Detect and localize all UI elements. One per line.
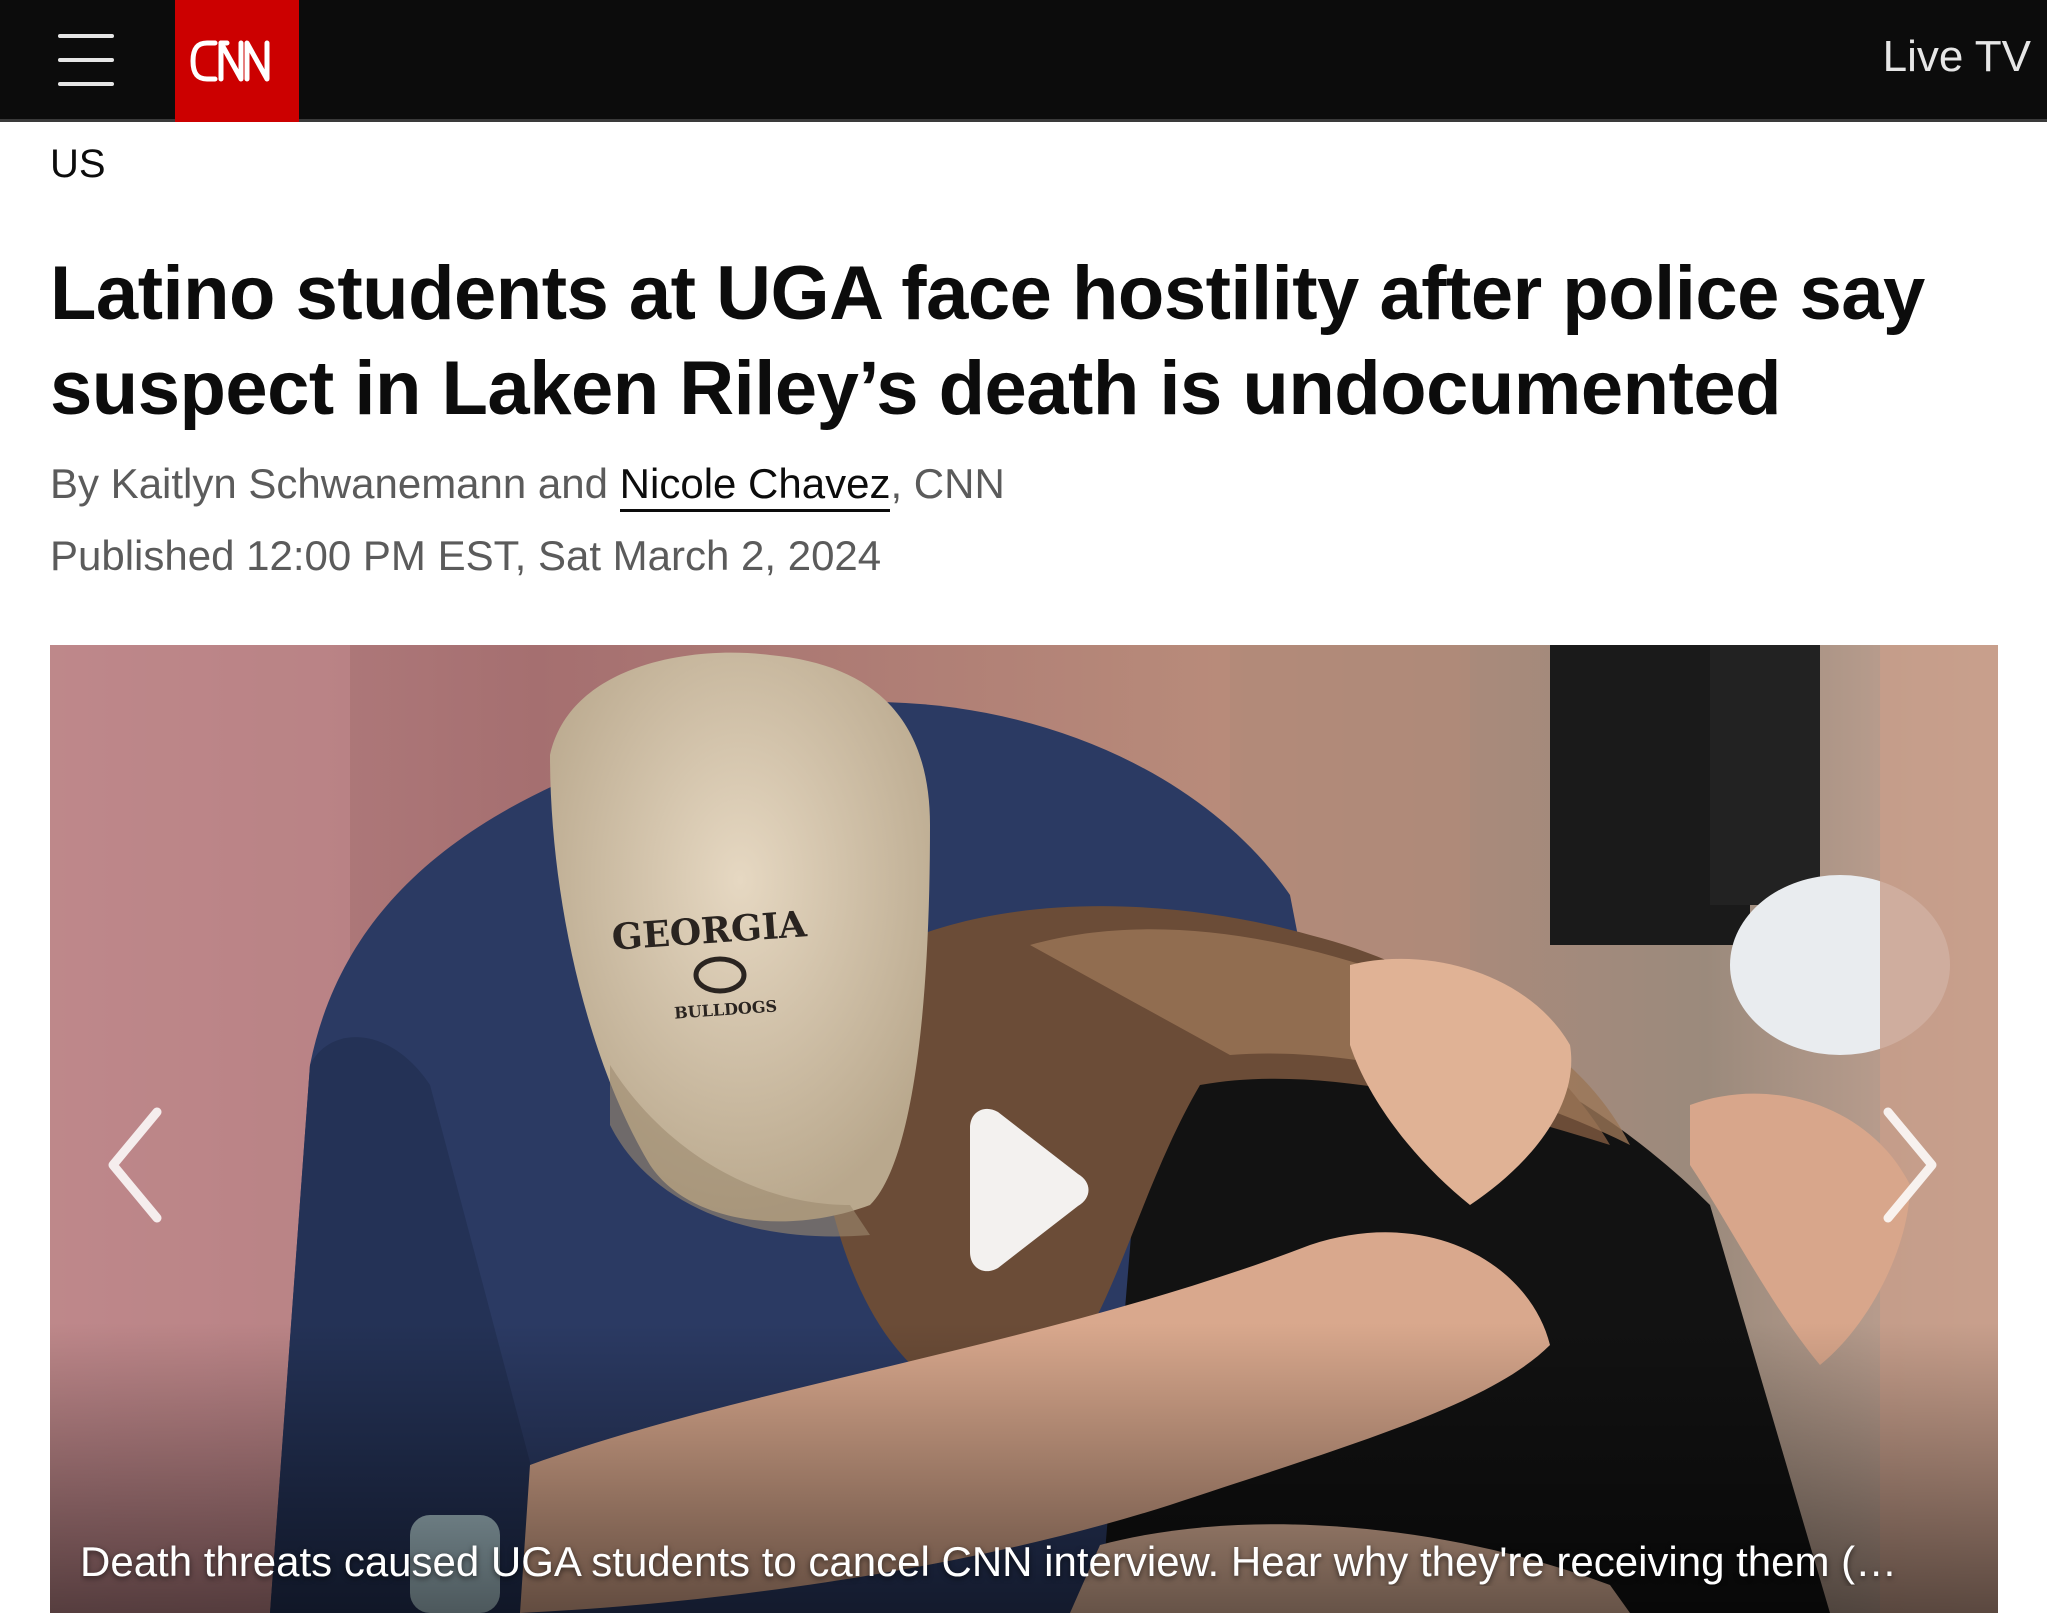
article-headline: Latino students at UGA face hostility af… bbox=[50, 251, 1925, 431]
top-nav-bar: Live TV bbox=[0, 0, 2047, 122]
section-label[interactable]: US bbox=[50, 142, 106, 187]
chevron-right-icon[interactable] bbox=[1870, 1100, 1950, 1230]
video-caption: Death threats caused UGA students to can… bbox=[80, 1538, 1898, 1585]
byline-suffix: , CNN bbox=[890, 460, 1005, 507]
published-timestamp: Published 12:00 PM EST, Sat March 2, 202… bbox=[50, 532, 882, 579]
chevron-left-icon[interactable] bbox=[95, 1100, 175, 1230]
play-icon[interactable] bbox=[950, 1100, 1100, 1280]
live-tv-link[interactable]: Live TV bbox=[1883, 32, 2031, 82]
author-link[interactable]: Nicole Chavez bbox=[619, 460, 891, 512]
cnn-logo[interactable] bbox=[175, 0, 299, 122]
chevron-right-glyph bbox=[1883, 1107, 1937, 1223]
cnn-logo-mark bbox=[190, 40, 270, 82]
byline: By Kaitlyn Schwanemann and Nicole Chavez… bbox=[50, 460, 1005, 512]
byline-prefix: By Kaitlyn Schwanemann and bbox=[50, 460, 620, 507]
chevron-left-glyph bbox=[108, 1107, 162, 1223]
hamburger-menu-icon[interactable] bbox=[58, 34, 116, 86]
play-glyph bbox=[970, 1108, 1089, 1272]
